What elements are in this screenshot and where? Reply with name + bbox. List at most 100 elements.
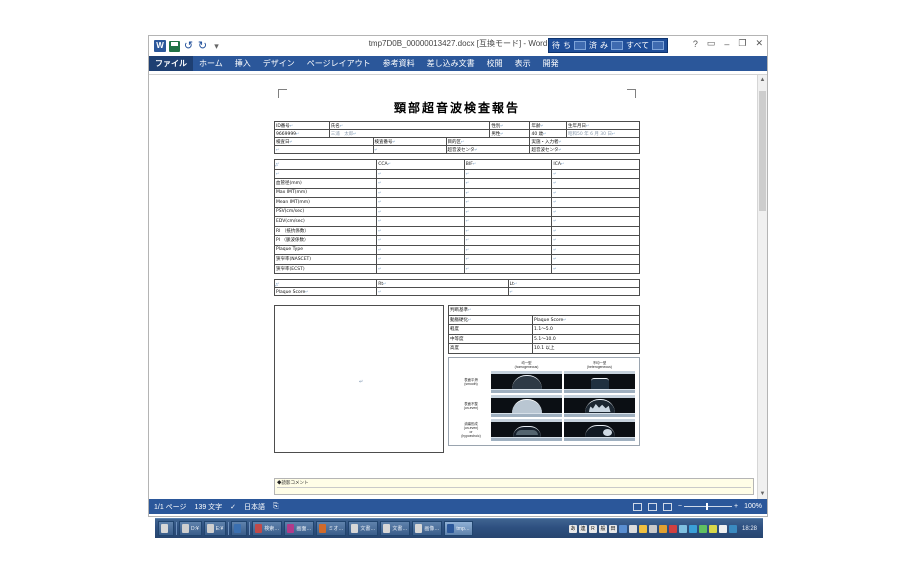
shield-icon[interactable] xyxy=(729,525,737,533)
tray-icon-group[interactable]: あ連R般田 xyxy=(569,525,737,533)
read-mode-icon[interactable] xyxy=(663,503,672,511)
taskbar-button[interactable]: tmp… xyxy=(444,521,472,536)
help-icon[interactable]: ? xyxy=(693,39,698,49)
battery-icon[interactable] xyxy=(709,525,717,533)
tab-view[interactable]: 表示 xyxy=(509,56,537,71)
taskbar-button[interactable]: 文書… xyxy=(348,521,378,536)
plaque-score-table[interactable]: ↵ Rt↵ Lt↵ Plaque Score↵ ↵ ↵ xyxy=(274,279,640,296)
measurement-value-bif[interactable]: ↵ xyxy=(464,264,552,274)
table-row[interactable]: ↵ ↵ 超音波センタ↵ 超音波センタ↵ xyxy=(275,146,640,154)
usb-icon[interactable] xyxy=(699,525,707,533)
measurement-value-bif[interactable]: ↵ xyxy=(464,198,552,208)
measurement-value-ica[interactable]: ↵ xyxy=(552,198,640,208)
window-controls[interactable]: ? ▭ – ❐ ✕ xyxy=(693,38,763,49)
track-changes-icon[interactable]: ⎘ xyxy=(273,503,279,511)
table-row[interactable]: ↵ ↵ ↵ ↵ xyxy=(275,169,640,179)
comment-field[interactable]: ◆読影コメント xyxy=(274,478,754,495)
measurement-value-cca[interactable]: ↵ xyxy=(377,198,465,208)
tab-file[interactable]: ファイル xyxy=(149,56,193,71)
security-icon[interactable] xyxy=(659,525,667,533)
measurement-value-ica[interactable]: ↵ xyxy=(552,188,640,198)
taskbar-button[interactable]: D:¥ xyxy=(179,521,202,536)
table-row[interactable]: PI （脈波係数）↵↵↵ xyxy=(275,236,640,246)
image-placeholder-box[interactable]: ↵ xyxy=(274,305,444,453)
tab-developer[interactable]: 開発 xyxy=(537,56,565,71)
tab-design[interactable]: デザイン xyxy=(257,56,301,71)
table-row[interactable]: EDV(cm/sec)↵↵↵ xyxy=(275,217,640,227)
undo-icon[interactable]: ↺ xyxy=(183,41,194,52)
zoom-knob[interactable] xyxy=(706,503,708,510)
table-row[interactable]: Plaque Type↵↵↵ xyxy=(275,245,640,255)
search-icon[interactable] xyxy=(639,525,647,533)
alert-icon[interactable] xyxy=(669,525,677,533)
zoom-slider[interactable]: − + xyxy=(678,503,738,510)
ime-candidate-bar[interactable]: 待 ち 済 み すべて xyxy=(548,38,668,53)
measurement-value-bif[interactable]: ↵ xyxy=(464,188,552,198)
proofing-icon[interactable]: ✓ xyxy=(230,503,236,511)
network-icon[interactable] xyxy=(619,525,627,533)
measurement-value-ica[interactable]: ↵ xyxy=(552,245,640,255)
tab-page-layout[interactable]: ページレイアウト xyxy=(301,56,377,71)
table-row[interactable]: RI （抵抗係数）↵↵↵ xyxy=(275,226,640,236)
measurement-value-cca[interactable]: ↵ xyxy=(377,226,465,236)
close-button[interactable]: ✕ xyxy=(755,38,763,49)
status-bar[interactable]: 1/1 ページ 139 文字 ✓ 日本語 ⎘ − + 100% xyxy=(149,499,767,514)
table-row[interactable]: 動脈硬化↵ Plaque Score↵ xyxy=(449,315,640,325)
table-row[interactable]: 9669999↵ 三浦 太郎↵ 男性↵ 40 歳↵ 昭和50 年 6 月 30 … xyxy=(275,130,640,138)
customize-qat-icon[interactable]: ▾ xyxy=(211,41,222,52)
patient-info-table[interactable]: ID番号↵ 氏名↵ 性別↵ 年齢↵ 生年月日↵ 9669999↵ 三浦 太郎↵ … xyxy=(274,121,640,154)
measurement-value-cca[interactable]: ↵ xyxy=(377,207,465,217)
table-row[interactable]: ID番号↵ 氏名↵ 性別↵ 年齢↵ 生年月日↵ xyxy=(275,122,640,130)
tab-insert[interactable]: 挿入 xyxy=(229,56,257,71)
taskbar-button[interactable]: E:¥ xyxy=(204,521,227,536)
ribbon-tab-bar[interactable]: ファイル ホーム 挿入 デザイン ページレイアウト 参考資料 差し込み文書 校閲… xyxy=(149,56,767,71)
volume-icon[interactable] xyxy=(719,525,727,533)
measurement-value-ica[interactable]: ↵ xyxy=(552,226,640,236)
keyboard-icon[interactable] xyxy=(629,525,637,533)
taskbar-button[interactable]: 画面… xyxy=(284,521,314,536)
measurement-value-cca[interactable]: ↵ xyxy=(377,179,465,189)
measurement-value-cca[interactable]: ↵ xyxy=(377,188,465,198)
windows-taskbar[interactable]: D:¥E:¥検索…画面…ミオ…文書…文書…画像…tmp… あ連R般田 18:28 xyxy=(155,518,763,538)
measurement-value-cca[interactable]: ↵ xyxy=(377,236,465,246)
table-row[interactable]: 中等度5.1～10.0 xyxy=(449,334,640,344)
taskbar-button[interactable]: 画像… xyxy=(412,521,442,536)
measurement-value-bif[interactable]: ↵ xyxy=(464,179,552,189)
measurement-rows[interactable]: 血管径(mm)↵↵↵Max IMT(mm)↵↵↵Mean IMT(mm)↵↵↵P… xyxy=(275,179,640,274)
tab-mailings[interactable]: 差し込み文書 xyxy=(421,56,481,71)
measurement-value-ica[interactable]: ↵ xyxy=(552,236,640,246)
table-row[interactable]: 狭窄率(ECST)↵↵↵ xyxy=(275,264,640,274)
taskbar-buttons[interactable]: D:¥E:¥検索…画面…ミオ…文書…文書…画像…tmp… xyxy=(158,521,473,536)
measurement-value-bif[interactable]: ↵ xyxy=(464,207,552,217)
ime-item-4[interactable]: すべて xyxy=(626,40,649,51)
printer-icon[interactable] xyxy=(649,525,657,533)
taskbar-button[interactable]: 検索… xyxy=(252,521,282,536)
scrollbar-thumb[interactable] xyxy=(759,91,766,211)
table-row[interactable]: ↵ Rt↵ Lt↵ xyxy=(275,280,640,288)
table-row[interactable]: PSV(cm/sec)↵↵↵ xyxy=(275,207,640,217)
table-row[interactable]: Plaque Score↵ ↵ ↵ xyxy=(275,288,640,296)
ime-mode-icon[interactable]: あ xyxy=(569,525,577,533)
criteria-table[interactable]: 判断基準↵ 動脈硬化↵ Plaque Score↵ 軽度1.1～5.0中等度5.… xyxy=(448,305,640,354)
measurement-value-bif[interactable]: ↵ xyxy=(464,226,552,236)
sync-icon[interactable] xyxy=(679,525,687,533)
taskbar-button[interactable] xyxy=(231,521,247,536)
quick-access-toolbar[interactable]: W ↺ ↻ ▾ xyxy=(149,40,222,52)
vertical-scrollbar[interactable]: ▲ ▼ xyxy=(757,75,767,499)
measurement-value-cca[interactable]: ↵ xyxy=(377,245,465,255)
ime-pad-icon[interactable]: 般 xyxy=(599,525,607,533)
measurement-value-ica[interactable]: ↵ xyxy=(552,207,640,217)
ime-item-0[interactable]: 待 xyxy=(552,40,560,51)
measurement-value-ica[interactable]: ↵ xyxy=(552,179,640,189)
table-row[interactable]: Mean IMT(mm)↵↵↵ xyxy=(275,198,640,208)
redo-icon[interactable]: ↻ xyxy=(197,41,208,52)
measurement-value-cca[interactable]: ↵ xyxy=(377,255,465,265)
ime-roman-icon[interactable]: R xyxy=(589,525,597,533)
measurement-value-ica[interactable]: ↵ xyxy=(552,217,640,227)
page-indicator[interactable]: 1/1 ページ xyxy=(154,502,187,512)
page-content[interactable]: 頸部超音波検査報告 ID番号↵ 氏名↵ 性別↵ 年齢↵ 生年月日↵ xyxy=(274,87,640,492)
web-layout-icon[interactable] xyxy=(648,503,657,511)
measurement-value-bif[interactable]: ↵ xyxy=(464,236,552,246)
print-layout-icon[interactable] xyxy=(633,503,642,511)
language-indicator[interactable]: 日本語 xyxy=(244,502,265,512)
